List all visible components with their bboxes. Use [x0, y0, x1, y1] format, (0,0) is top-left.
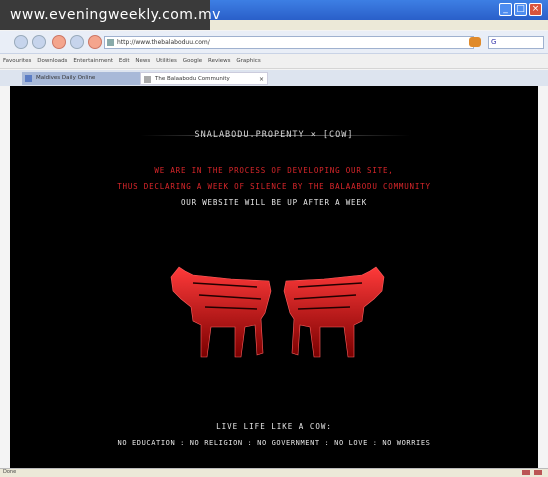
back-button[interactable] [14, 35, 28, 49]
status-icons [522, 470, 542, 475]
favorites-bar: Favourites Downloads Entertainment Edit … [0, 54, 548, 69]
forward-button[interactable] [32, 35, 46, 49]
address-text: http://www.thebalaboduu.com/ [117, 39, 210, 46]
page-favicon-icon [107, 39, 114, 46]
minimize-button[interactable]: _ [499, 3, 512, 16]
favorite-item[interactable]: Reviews [208, 58, 231, 64]
notice-line-1: WE ARE IN THE PROCESS OF DEVELOPING OUR … [154, 166, 394, 175]
home-button[interactable] [88, 35, 102, 49]
tab-maldives-daily[interactable]: Maldives Daily Online [22, 72, 140, 85]
security-icon [522, 470, 530, 475]
window-controls: _ □ × [499, 3, 542, 16]
notice-line-2: THUS DECLARING A WEEK OF SILENCE BY THE … [117, 182, 431, 191]
navigation-bar: http://www.thebalaboduu.com/ G [0, 31, 548, 54]
tab-label: The Balaabodu Community [155, 76, 230, 82]
favorite-item[interactable]: News [135, 58, 150, 64]
manifesto: NO EDUCATION : NO RELIGION : NO GOVERNME… [117, 439, 431, 447]
cow-left-icon [170, 266, 272, 358]
address-bar[interactable]: http://www.thebalaboduu.com/ [104, 36, 474, 49]
motto: LIVE LIFE LIKE A COW: [216, 422, 332, 431]
tab-favicon-icon [144, 76, 151, 83]
favorite-item[interactable]: Edit [119, 58, 130, 64]
favorite-item[interactable]: Favourites [3, 58, 31, 64]
favorite-item[interactable]: Google [183, 58, 202, 64]
favorite-item[interactable]: Utilities [156, 58, 177, 64]
tab-balaabodu[interactable]: The Balaabodu Community × [140, 72, 268, 85]
favorite-item[interactable]: Downloads [37, 58, 67, 64]
watermark-banner: www.eveningweekly.com.mv [0, 0, 220, 30]
tab-favicon-icon [25, 75, 32, 82]
favorite-item[interactable]: Graphics [236, 58, 260, 64]
tab-close-icon[interactable]: × [259, 73, 264, 86]
tab-label: Maldives Daily Online [36, 75, 96, 81]
tab-strip: Maldives Daily Online The Balaabodu Comm… [0, 70, 548, 86]
page-content: SNALABODU.PROPENTY × [COW] WE ARE IN THE… [10, 86, 538, 468]
red-cows-illustration [170, 266, 385, 358]
go-icon[interactable] [469, 37, 481, 47]
search-input[interactable]: G [488, 36, 544, 49]
close-button[interactable]: × [529, 3, 542, 16]
cow-right-icon [283, 266, 385, 358]
browser-window: _ □ × http://www.thebalaboduu.com/ G Fav… [0, 0, 548, 477]
notice-line-3: OUR WEBSITE WILL BE UP AFTER A WEEK [180, 198, 368, 207]
maximize-button[interactable]: □ [514, 3, 527, 16]
refresh-button[interactable] [70, 35, 84, 49]
stop-button[interactable] [52, 35, 66, 49]
favorite-item[interactable]: Entertainment [73, 58, 113, 64]
search-engine-label: G [491, 38, 497, 46]
site-title: SNALABODU.PROPENTY × [COW] [194, 130, 354, 140]
zoom-icon[interactable] [534, 470, 542, 475]
status-text: Done [3, 469, 17, 475]
